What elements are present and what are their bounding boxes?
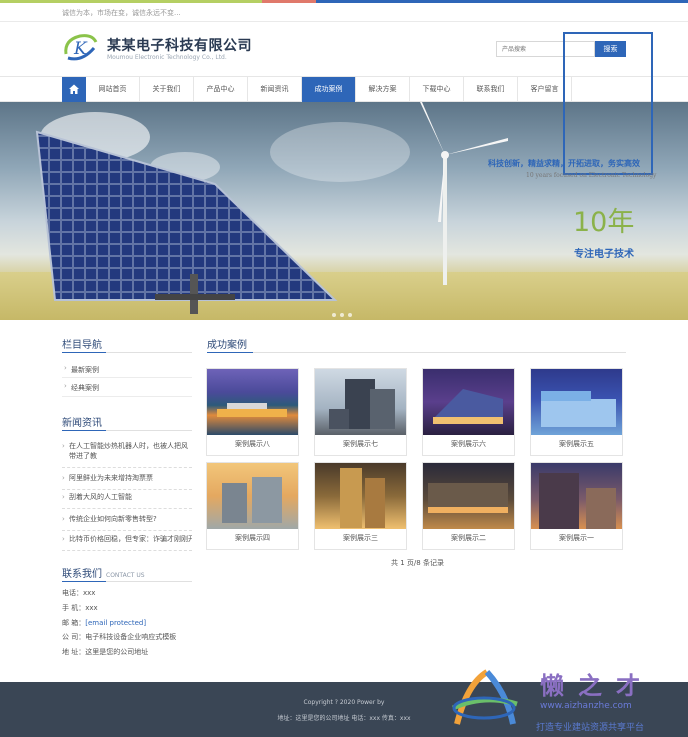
news-item[interactable]: 刮着大风的人工智能 (62, 492, 192, 509)
case-card[interactable]: 案例展示八 (206, 368, 299, 456)
logo-icon[interactable]: K (62, 32, 98, 62)
nav-item-solutions[interactable]: 解决方案 (356, 77, 410, 102)
case-card[interactable]: 案例展示三 (314, 462, 407, 550)
case-image (315, 369, 406, 435)
page-title: 成功案例 (207, 340, 247, 351)
case-card[interactable]: 案例展示四 (206, 462, 299, 550)
sidebar-contact-title: 联系我们 CONTACT US (62, 569, 145, 580)
pagination-info: 共 1 页/8 条记录 (391, 559, 444, 567)
case-image (315, 463, 406, 529)
case-caption: 案例展示二 (451, 534, 486, 542)
contact-address: 地 址：这里是您的公司地址 (62, 648, 149, 656)
nav-item-home[interactable]: 网站首页 (86, 77, 140, 102)
case-caption: 案例展示一 (559, 534, 594, 542)
divider (62, 377, 192, 378)
nav-item-about[interactable]: 关于我们 (140, 77, 194, 102)
watermark-url: www.aizhanzhe.com (540, 701, 632, 711)
news-item[interactable]: 比特币价格回稳，但专家：诈骗才刚刚开始 (62, 534, 192, 551)
watermark-title: 懒之才 (540, 671, 654, 700)
case-image (423, 369, 514, 435)
wind-turbine-image (420, 102, 508, 285)
news-item[interactable]: 在人工智能炒热机器人时，也被人把风带进了教 (62, 441, 192, 468)
watermark-slogan: 打造专业建站资源共享平台 (536, 723, 645, 733)
case-caption: 案例展示四 (235, 534, 270, 542)
divider (62, 581, 192, 582)
case-caption: 案例展示三 (343, 534, 378, 542)
case-image (531, 463, 622, 529)
case-caption: 案例展示六 (451, 440, 486, 448)
nav-item-contact[interactable]: 联系我们 (464, 77, 518, 102)
case-card[interactable]: 案例展示六 (422, 368, 515, 456)
news-item[interactable]: 阿里鲜业为未来增持淘票票 (62, 473, 192, 490)
divider (207, 352, 626, 353)
nav-item-products[interactable]: 产品中心 (194, 77, 248, 102)
case-image (423, 463, 514, 529)
banner-big-text: 10年 (573, 207, 635, 238)
news-item[interactable]: 传统企业如何向新零售转型? (62, 514, 192, 531)
case-card[interactable]: 案例展示二 (422, 462, 515, 550)
sidebar-category-title: 栏目导航 (62, 340, 102, 351)
sidebar-item-latest-cases[interactable]: 最新案例 (62, 364, 192, 375)
banner-sub-text: 专注电子技术 (574, 249, 634, 260)
banner-pagination[interactable] (330, 302, 354, 320)
case-caption: 案例展示七 (343, 440, 378, 448)
company-name-en: Moumou Electronic Technology Co., Ltd. (107, 54, 227, 61)
email-link[interactable]: [email protected] (85, 619, 146, 627)
sidebar-news-title: 新闻资讯 (62, 418, 102, 429)
case-caption: 案例展示五 (559, 440, 594, 448)
case-image (207, 369, 298, 435)
sidebar-item-classic-cases[interactable]: 经典案例 (62, 382, 192, 393)
banner-tagline: 科技创新，精益求精，开拓进取，务实高效 (488, 159, 640, 168)
nav-item-news[interactable]: 新闻资讯 (248, 77, 302, 102)
case-card[interactable]: 案例展示七 (314, 368, 407, 456)
case-caption: 案例展示八 (235, 440, 270, 448)
nav-item-downloads[interactable]: 下载中心 (410, 77, 464, 102)
company-name: 某某电子科技有限公司 (107, 38, 252, 54)
banner-frame (563, 32, 653, 175)
sidebar-contact-title-en: CONTACT US (106, 572, 145, 579)
nav-home-button[interactable] (62, 77, 86, 102)
watermark-logo-icon (451, 669, 518, 725)
topbar: 诚信为本，市场在变，诚信永远不变... (0, 3, 688, 22)
case-card[interactable]: 案例展示一 (530, 462, 623, 550)
home-icon (69, 84, 79, 94)
svg-text:K: K (73, 39, 88, 59)
contact-email: 邮 箱：[email protected] (62, 619, 147, 627)
divider (62, 430, 192, 431)
nav-item-cases[interactable]: 成功案例 (302, 77, 356, 102)
contact-phone: 电话：xxx (62, 589, 96, 597)
slogan: 诚信为本，市场在变，诚信永远不变... (62, 9, 181, 17)
case-image (207, 463, 298, 529)
solar-panel-image (35, 130, 338, 314)
banner-tagline-en: 10 years focused on Electronic Technolog… (526, 172, 657, 179)
case-card[interactable]: 案例展示五 (530, 368, 623, 456)
divider (62, 352, 192, 353)
case-image (531, 369, 622, 435)
contact-company: 公 司：电子科技设备企业响应式模板 (62, 633, 177, 641)
divider (62, 396, 192, 397)
contact-mobile: 手 机：xxx (62, 604, 98, 612)
